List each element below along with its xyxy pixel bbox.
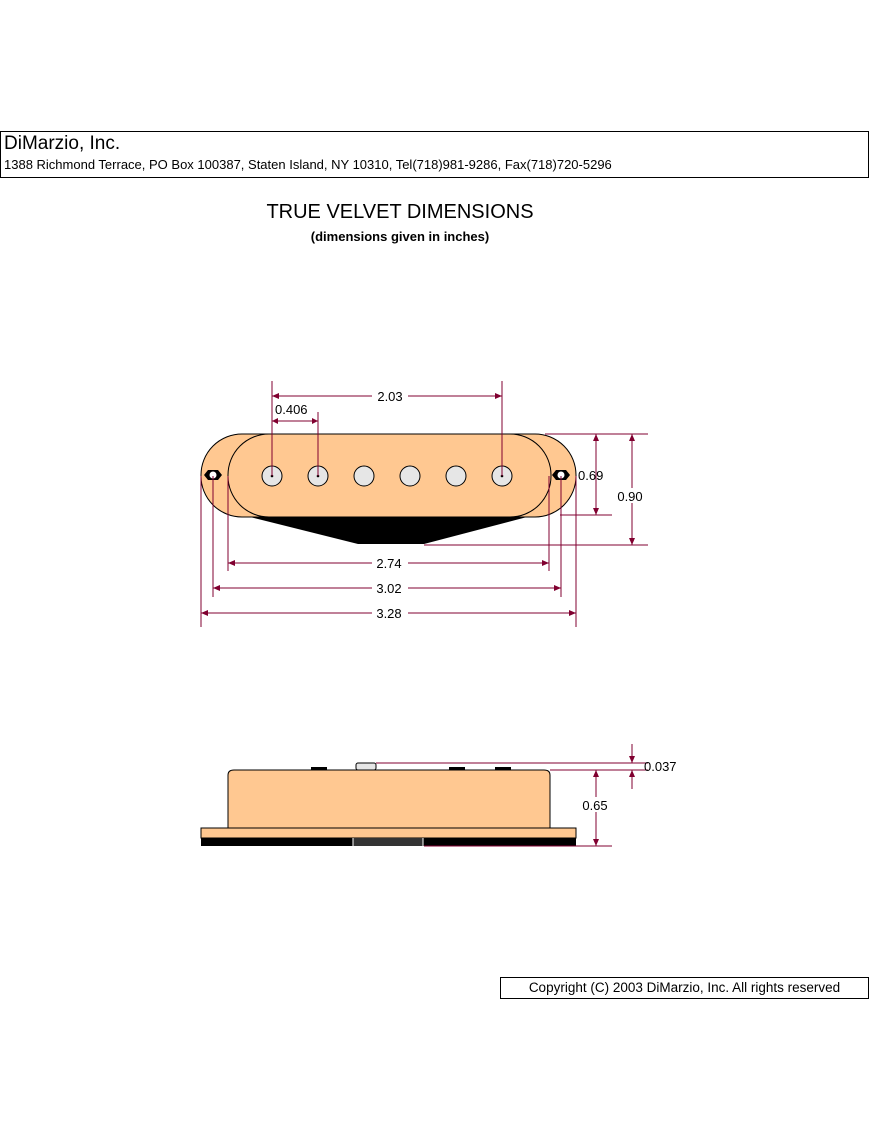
- top-view: 2.03 0.406 0.69 0.90 2.74 3.02 3.28: [200, 381, 648, 627]
- copyright-notice: Copyright (C) 2003 DiMarzio, Inc. All ri…: [500, 977, 869, 999]
- side-base-plate: [200, 827, 577, 839]
- pickup-drawing: 2.03 0.406 0.69 0.90 2.74 3.02 3.28 0.03…: [200, 381, 677, 847]
- dim-pole-projection: 0.037: [644, 759, 677, 774]
- side-cover: [227, 769, 551, 830]
- bottom-wedge: [250, 517, 527, 544]
- dim-inner-height: 0.69: [578, 468, 603, 483]
- side-view: 0.037 0.65: [200, 744, 677, 847]
- dim-cover-length: 2.74: [376, 556, 401, 571]
- dim-mount-hole-spacing: 3.02: [376, 581, 401, 596]
- pole-piece: [399, 465, 421, 487]
- dim-pole-spacing: 0.406: [275, 402, 308, 417]
- side-pole-tab: [355, 762, 377, 771]
- dim-outer-height: 0.90: [617, 489, 642, 504]
- pole-piece: [445, 465, 467, 487]
- pole-piece: [353, 465, 375, 487]
- dim-overall-length: 3.28: [376, 606, 401, 621]
- dim-pole-span: 2.03: [377, 389, 402, 404]
- dim-cover-height: 0.65: [582, 798, 607, 813]
